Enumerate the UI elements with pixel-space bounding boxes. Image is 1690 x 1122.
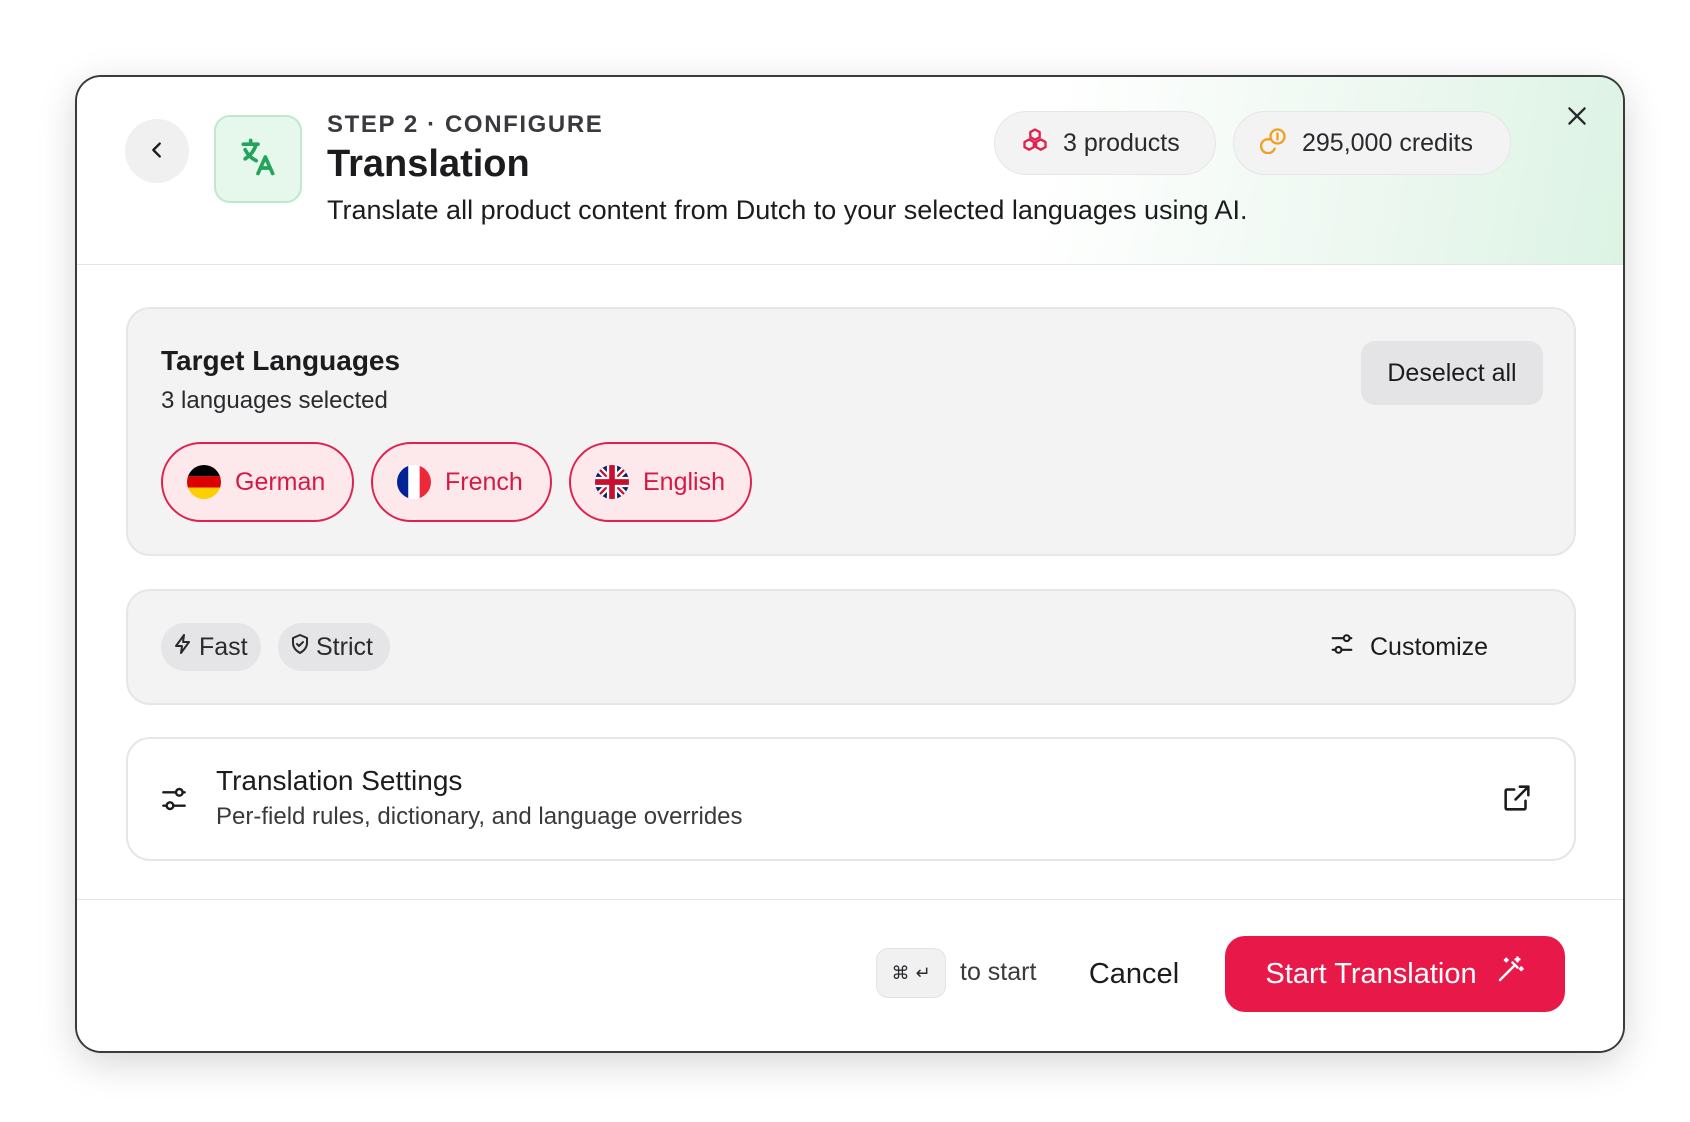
credits-label: 295,000 credits <box>1302 128 1473 157</box>
mode-label: Fast <box>199 632 248 661</box>
target-languages-title: Target Languages <box>161 345 401 376</box>
languages-selected-count: 3 languages selected <box>161 387 388 414</box>
start-translation-button[interactable]: Start Translation <box>1225 936 1565 1012</box>
close-button[interactable] <box>1557 97 1597 137</box>
flag-gb-icon <box>595 465 629 499</box>
modal-footer: ⌘ ↵ to start Cancel Start Translation <box>77 899 1623 1051</box>
page-title: Translation <box>327 143 530 185</box>
target-languages-card: Target Languages 3 languages selected De… <box>126 307 1576 556</box>
cancel-button[interactable]: Cancel <box>1079 944 1189 1004</box>
language-pill-english[interactable]: English <box>569 442 752 522</box>
translation-settings-link[interactable]: Translation Settings Per-field rules, di… <box>126 737 1576 861</box>
credits-badge: 295,000 credits <box>1233 111 1511 175</box>
language-pill-french[interactable]: French <box>371 442 552 522</box>
settings-description: Per-field rules, dictionary, and languag… <box>216 803 743 830</box>
sliders-icon <box>1328 630 1356 665</box>
translate-icon <box>236 135 280 184</box>
back-button[interactable] <box>125 119 189 183</box>
sliders-icon <box>158 783 190 820</box>
coins-icon <box>1259 126 1288 161</box>
app-icon-box <box>214 115 302 203</box>
products-count-badge: 3 products <box>994 111 1216 175</box>
customize-button[interactable]: Customize <box>1328 619 1528 675</box>
language-label: French <box>445 467 523 496</box>
mode-label: Strict <box>316 632 373 661</box>
products-count-label: 3 products <box>1063 128 1180 157</box>
cubes-icon <box>1021 126 1049 161</box>
magic-wand-icon <box>1495 955 1525 993</box>
page-subtitle: Translate all product content from Dutch… <box>327 195 1248 225</box>
translation-options-card: Fast Strict Customize <box>126 589 1576 705</box>
customize-label: Customize <box>1370 632 1489 661</box>
settings-title: Translation Settings <box>216 765 463 796</box>
chevron-left-icon <box>146 139 168 164</box>
translation-modal: STEP 2 · CONFIGURE Translation Translate… <box>77 77 1623 1051</box>
command-key-icon: ⌘ <box>891 962 910 984</box>
flag-fr-icon <box>397 465 431 499</box>
language-label: English <box>643 467 725 496</box>
lightning-icon <box>171 632 195 663</box>
shortcut-label: to start <box>960 958 1037 986</box>
shield-check-icon <box>288 632 312 663</box>
modal-header: STEP 2 · CONFIGURE Translation Translate… <box>77 77 1623 265</box>
start-translation-label: Start Translation <box>1265 957 1477 990</box>
external-link-icon[interactable] <box>1500 781 1534 820</box>
deselect-all-button[interactable]: Deselect all <box>1361 341 1543 405</box>
flag-de-icon <box>187 465 221 499</box>
language-label: German <box>235 467 326 496</box>
language-pill-german[interactable]: German <box>161 442 354 522</box>
mode-chip-strict[interactable]: Strict <box>278 623 390 671</box>
step-label: STEP 2 · CONFIGURE <box>327 111 604 138</box>
keyboard-shortcut-hint: ⌘ ↵ <box>876 948 946 998</box>
return-key-icon: ↵ <box>915 962 931 984</box>
close-icon <box>1564 103 1590 132</box>
mode-chip-fast[interactable]: Fast <box>161 623 261 671</box>
